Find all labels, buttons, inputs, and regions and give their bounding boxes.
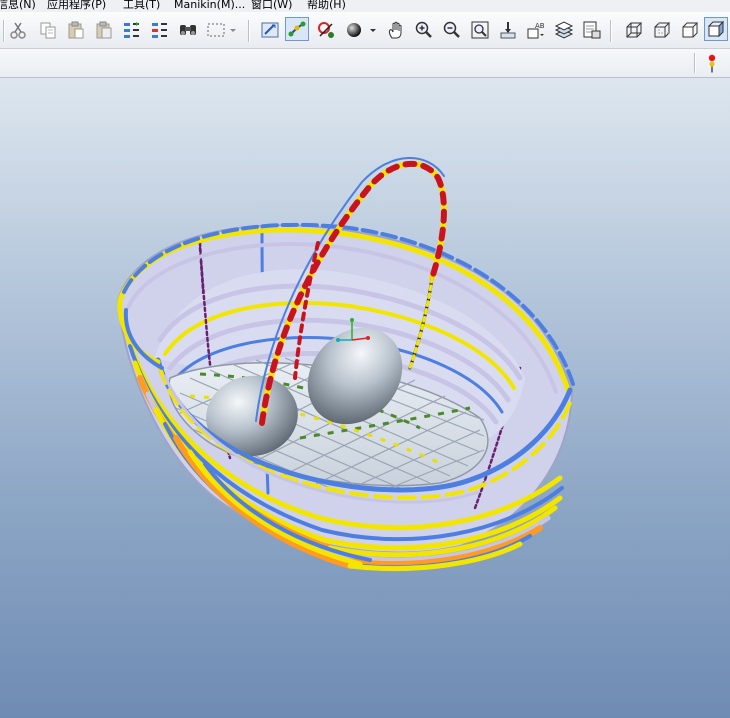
appearance-icon[interactable] — [344, 20, 364, 40]
menu-tools[interactable]: 工具(T) — [123, 0, 160, 12]
status-toolbar — [0, 49, 730, 78]
no-hidden-icon[interactable] — [680, 20, 700, 40]
graphics-viewport[interactable] — [0, 78, 730, 718]
menu-bar: 信息(N) 应用程序(P) 工具(T) Manikin(M)... 窗口(W) … — [0, 0, 730, 12]
toolbar-separator — [694, 53, 696, 73]
chevron-down-icon[interactable] — [228, 20, 238, 40]
menu-applications[interactable]: 应用程序(P) — [47, 0, 106, 12]
view-orient-icon[interactable] — [316, 20, 336, 40]
wireframe-icon[interactable] — [624, 20, 644, 40]
toolbar-separator — [3, 20, 5, 42]
find-icon[interactable] — [178, 20, 198, 40]
regenerate-icon[interactable] — [122, 20, 142, 40]
menu-manikin[interactable]: Manikin(M)... — [174, 0, 245, 12]
menu-help[interactable]: 帮助(H) — [307, 0, 346, 12]
toolbar-separator — [610, 20, 612, 42]
layers-icon[interactable] — [554, 20, 574, 40]
refit-icon[interactable] — [470, 20, 490, 40]
reorient-icon[interactable] — [498, 20, 518, 40]
chevron-down-icon[interactable] — [368, 20, 378, 40]
regenerate-manager-icon[interactable] — [150, 20, 170, 40]
saved-views-icon[interactable]: AB — [526, 20, 546, 40]
shading-icon[interactable] — [704, 17, 728, 41]
zoom-in-icon[interactable] — [414, 20, 434, 40]
copy-icon[interactable] — [38, 20, 58, 40]
hidden-line-icon[interactable] — [652, 20, 672, 40]
select-box-icon[interactable] — [206, 20, 226, 40]
toolbar-separator — [248, 20, 250, 42]
zoom-out-icon[interactable] — [442, 20, 462, 40]
menu-info[interactable]: 信息(N) — [0, 0, 36, 12]
basket-model[interactable] — [0, 78, 730, 718]
repaint-icon[interactable] — [260, 20, 280, 40]
cut-icon[interactable] — [8, 20, 28, 40]
paste-special-icon[interactable] — [94, 20, 114, 40]
view-manager-icon[interactable] — [582, 20, 602, 40]
toolbar: AB — [0, 12, 730, 49]
spin-center-icon[interactable] — [285, 17, 309, 41]
pan-icon[interactable] — [386, 20, 406, 40]
paste-icon[interactable] — [66, 20, 86, 40]
traffic-light-icon[interactable] — [702, 53, 722, 73]
menu-window[interactable]: 窗口(W) — [251, 0, 292, 12]
